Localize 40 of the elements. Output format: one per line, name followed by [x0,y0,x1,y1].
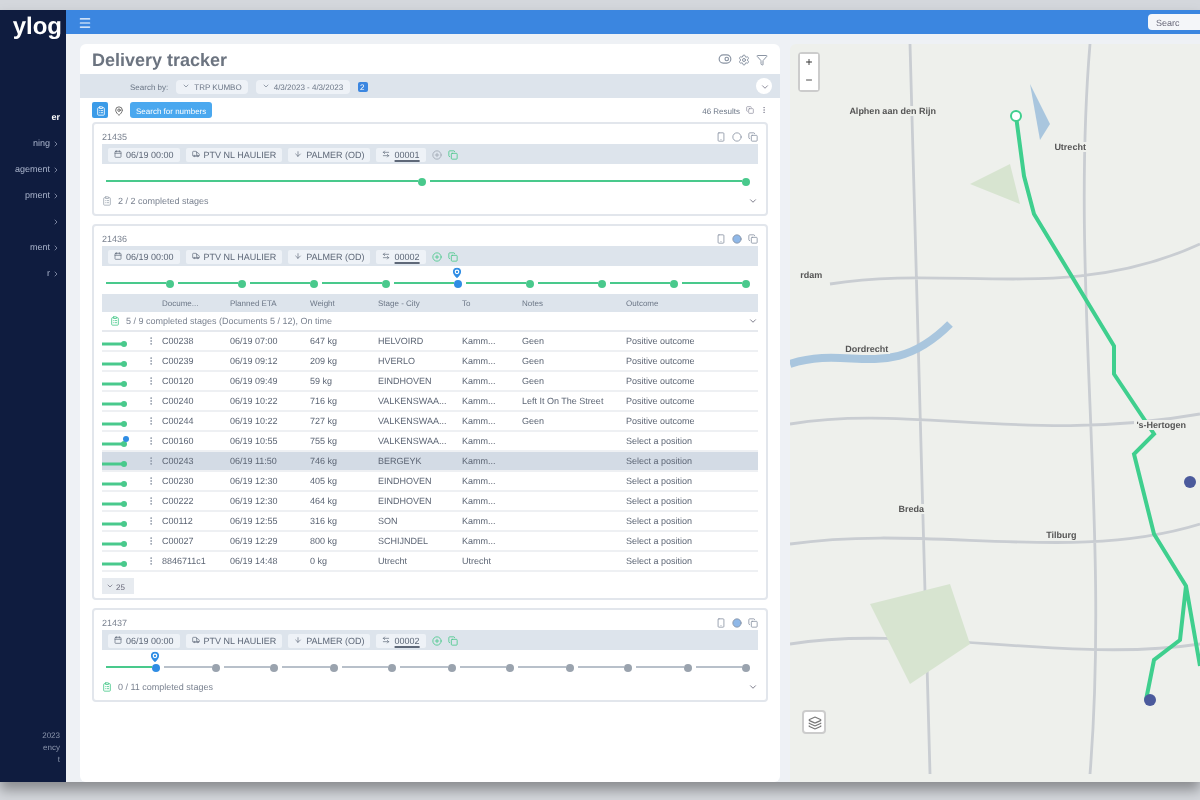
list-icon [102,196,112,206]
copy-icon [447,635,458,645]
caret-icon [748,316,758,326]
copy-icon [447,251,458,261]
copy-icon [748,131,758,141]
location-marker [1144,694,1156,706]
truck-icon [191,150,200,158]
calendar-icon [114,150,122,158]
arrows-icon [382,150,391,158]
location-marker [1184,476,1196,488]
copy-icon [748,233,758,243]
phone-icon [716,617,726,627]
logo: ylog [10,10,64,44]
list-view-button[interactable] [92,102,108,118]
arrows-icon [382,252,391,260]
toggle-icon [718,52,732,66]
collapse-button[interactable] [756,78,772,94]
filter-icon [756,53,768,65]
page-title: Delivery tracker [92,49,228,69]
layers-icon [807,715,821,729]
truck-icon [191,636,200,644]
map-pin-icon [450,266,464,280]
chevron-down-icon [759,81,769,91]
list-icon [102,682,112,692]
phone-icon [716,131,726,141]
calendar-icon [114,636,122,644]
layers-button[interactable] [802,710,826,734]
copy-icon [447,149,458,159]
phone-icon [716,233,726,243]
menu-icon [78,15,92,29]
map-pin-icon [148,650,163,664]
calendar-icon [114,252,122,260]
arrows-icon [382,636,391,644]
truck-icon [191,252,200,260]
map-pin-icon [114,105,124,115]
copy-icon [748,617,758,627]
list-icon [110,316,120,326]
settings-icon [738,53,750,65]
list-icon [95,105,105,115]
copy-icon [746,106,754,114]
